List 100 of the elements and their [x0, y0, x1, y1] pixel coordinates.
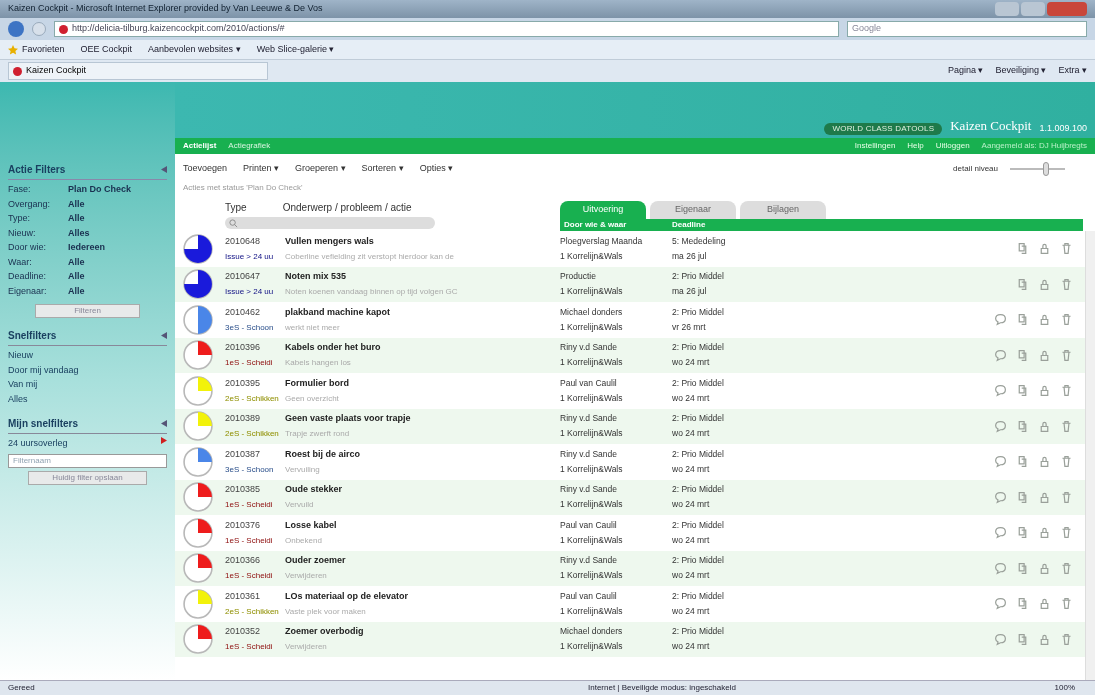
copy-icon[interactable]	[1016, 242, 1029, 256]
table-cell-text: 1 Korrelijn&Wals	[560, 640, 624, 654]
filter-value[interactable]: Alle	[68, 284, 167, 298]
table-cell-text: 2: Prio Middel	[672, 625, 725, 639]
quick-filter-link[interactable]: Door mij vandaag	[8, 363, 167, 377]
trash-icon[interactable]	[1060, 242, 1073, 256]
table-row[interactable]: 2010396 Kabels onder het buro 1eS - Scheidi Kabels hangen los Riny v.d Sande 1 Korrelijn&Wals 2: Prio Middel wo 24 mrt	[175, 337, 1085, 373]
copy-icon[interactable]	[1016, 419, 1029, 433]
forward-button[interactable]	[32, 22, 46, 36]
trash-icon[interactable]	[1060, 348, 1073, 362]
collapse-icon[interactable]	[161, 420, 167, 427]
favorites-link[interactable]: OEE Cockpit	[80, 42, 133, 57]
table-row[interactable]: 2010389 Geen vaste plaats voor trapje 2eS - Schikken Trapje zwerft rond Riny v.d Sande 1 Korrelijn&Wals 2: Prio Middel wo 24 mrt	[175, 408, 1085, 444]
copy-icon[interactable]	[1016, 490, 1029, 504]
favorites-link[interactable]: Favorieten	[8, 42, 65, 57]
quick-filter-link[interactable]: Alles	[8, 392, 167, 406]
favorites-link[interactable]: Web Slice-galerie ▾	[256, 42, 335, 57]
arrow-icon[interactable]	[161, 437, 167, 444]
zoom-menu[interactable]: 100%	[1054, 682, 1087, 694]
table-row[interactable]: 2010352 Zoemer overbodig 1eS - Scheidi Verwijderen Michael donders 1 Korrelijn&Wals 2: Prio Middel wo 24 mrt	[175, 621, 1085, 657]
table-row[interactable]: 2010366 Ouder zoemer 1eS - Scheidi Verwijderen Riny v.d Sande 1 Korrelijn&Wals 2: Prio Middel wo 24 mrt	[175, 550, 1085, 586]
filter-value[interactable]: Alle	[68, 212, 167, 226]
trash-icon[interactable]	[1060, 490, 1073, 504]
toolbar-button[interactable]: Groeperen ▾	[295, 162, 346, 176]
toolbar-button[interactable]: Opties ▾	[419, 162, 454, 176]
lock-icon[interactable]	[1038, 526, 1051, 540]
lock-icon[interactable]	[1038, 632, 1051, 646]
copy-icon[interactable]	[1016, 384, 1029, 398]
address-field[interactable]: http://delicia-tilburg.kaizencockpit.com/2010/actions/#	[54, 21, 839, 37]
quick-filter-link[interactable]: 24 uursoverleg	[8, 437, 68, 451]
comment-icon[interactable]	[994, 313, 1007, 327]
command-menu[interactable]: Extra ▾	[1058, 64, 1087, 78]
column-header[interactable]: Type	[225, 200, 247, 215]
slider-thumb[interactable]	[1043, 162, 1049, 176]
trash-icon[interactable]	[1060, 384, 1073, 398]
lock-icon[interactable]	[1038, 348, 1051, 362]
toolbar-button[interactable]: Sorteren ▾	[361, 162, 404, 176]
scrollbar[interactable]	[1085, 231, 1095, 680]
filter-name-field[interactable]: Filternaam	[8, 453, 167, 468]
lock-icon[interactable]	[1038, 561, 1051, 575]
copy-icon[interactable]	[1016, 597, 1029, 611]
trash-icon[interactable]	[1060, 632, 1073, 646]
comment-icon[interactable]	[994, 455, 1007, 469]
copy-icon[interactable]	[1016, 455, 1029, 469]
copy-icon[interactable]	[1016, 561, 1029, 575]
search-field[interactable]: Google	[847, 21, 1087, 37]
comment-icon[interactable]	[994, 384, 1007, 398]
comment-icon[interactable]	[994, 490, 1007, 504]
toolbar-button[interactable]: Toevoegen	[183, 162, 228, 176]
command-menu[interactable]: Beveiliging ▾	[995, 64, 1047, 78]
quick-filter-link[interactable]: Van mij	[8, 378, 167, 392]
browser-tab[interactable]: Kaizen Cockpit	[8, 62, 268, 80]
comment-icon[interactable]	[994, 561, 1007, 575]
toolbar-button[interactable]: Printen ▾	[243, 162, 280, 176]
collapse-icon[interactable]	[161, 166, 167, 173]
lock-icon[interactable]	[1038, 419, 1051, 433]
search-field[interactable]	[225, 217, 435, 229]
lock-icon[interactable]	[1038, 313, 1051, 327]
command-menu[interactable]: Pagina ▾	[947, 64, 984, 78]
collapse-icon[interactable]	[161, 332, 167, 339]
lock-icon[interactable]	[1038, 597, 1051, 611]
column-header[interactable]: Onderwerp / probleem / actie	[282, 200, 412, 215]
quick-filter-link[interactable]: Nieuw	[8, 349, 167, 363]
lock-icon[interactable]	[1038, 277, 1051, 291]
table-row[interactable]: 2010385 Oude stekker 1eS - Scheidi Vervuild Riny v.d Sande 1 Korrelijn&Wals 2: Prio Middel wo 24 mrt	[175, 479, 1085, 515]
copy-icon[interactable]	[1016, 313, 1029, 327]
comment-icon[interactable]	[994, 526, 1007, 540]
copy-icon[interactable]	[1016, 348, 1029, 362]
filter-value[interactable]: Plan Do Check	[68, 183, 167, 197]
lock-icon[interactable]	[1038, 242, 1051, 256]
filter-value[interactable]: Alle	[68, 197, 167, 211]
minimize-button[interactable]	[995, 2, 1019, 16]
trash-icon[interactable]	[1060, 419, 1073, 433]
comment-icon[interactable]	[994, 597, 1007, 611]
maximize-button[interactable]	[1021, 2, 1045, 16]
copy-icon[interactable]	[1016, 632, 1029, 646]
close-button[interactable]	[1047, 2, 1087, 16]
tab[interactable]: Bijlagen	[740, 201, 826, 219]
tab[interactable]: Eigenaar	[650, 201, 736, 219]
trash-icon[interactable]	[1060, 526, 1073, 540]
trash-icon[interactable]	[1060, 597, 1073, 611]
trash-icon[interactable]	[1060, 561, 1073, 575]
favorites-link[interactable]: Aanbevolen websites ▾	[148, 42, 241, 57]
trash-icon[interactable]	[1060, 313, 1073, 327]
comment-icon[interactable]	[994, 348, 1007, 362]
copy-icon[interactable]	[1016, 526, 1029, 540]
filter-value[interactable]: Alle	[68, 255, 167, 269]
lock-icon[interactable]	[1038, 384, 1051, 398]
back-button[interactable]	[8, 21, 24, 37]
lock-icon[interactable]	[1038, 455, 1051, 469]
copy-icon[interactable]	[1016, 277, 1029, 291]
table-row[interactable]: 2010647 Noten mix 535 Issue > 24 uu Noten koenen vandaag binnen op tijd volgen GC Productie 1 Korrelijn&Wals 2: Prio Middel ma 26 jul	[175, 266, 1085, 302]
filter-value[interactable]: Iedereen	[68, 241, 167, 255]
filter-value[interactable]: Alle	[68, 270, 167, 284]
filter-value[interactable]: Alles	[68, 226, 167, 240]
comment-icon[interactable]	[994, 632, 1007, 646]
lock-icon[interactable]	[1038, 490, 1051, 504]
comment-icon[interactable]	[994, 419, 1007, 433]
trash-icon[interactable]	[1060, 455, 1073, 469]
trash-icon[interactable]	[1060, 277, 1073, 291]
